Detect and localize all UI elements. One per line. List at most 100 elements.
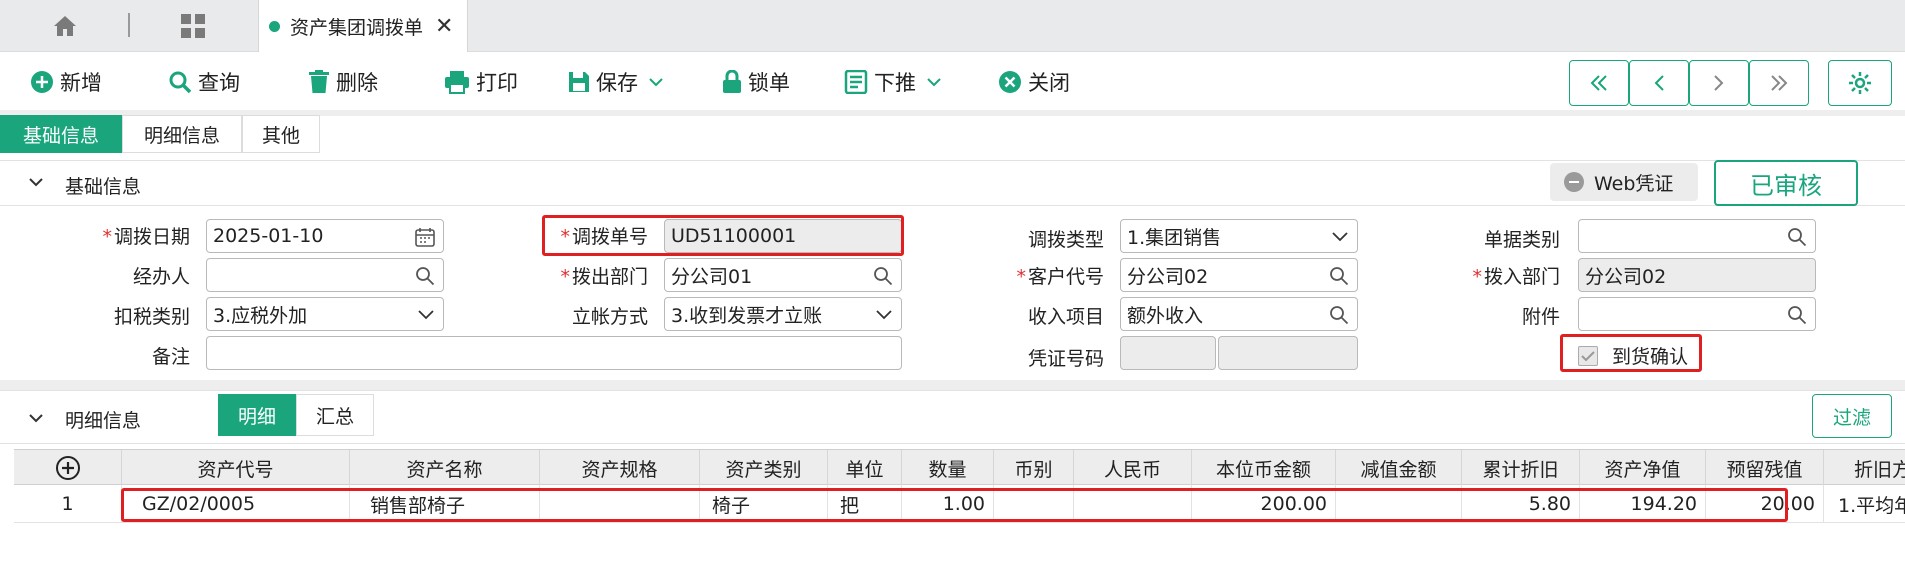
chevron-down-icon[interactable]: [417, 305, 435, 323]
cell-unit[interactable]: 把: [828, 485, 902, 523]
tab-label: 汇总: [315, 405, 354, 428]
income-item-value: 额外收入: [1127, 304, 1204, 327]
chevron-down-icon[interactable]: [926, 77, 942, 87]
remark-field[interactable]: [206, 336, 902, 370]
minus-circle-icon: [1564, 172, 1584, 192]
col-quantity[interactable]: 数量: [902, 450, 994, 486]
col-asset-code[interactable]: 资产代号: [122, 450, 350, 486]
in-dept-field[interactable]: 分公司02: [1578, 258, 1816, 292]
tab-detail-info[interactable]: 明细信息: [122, 115, 242, 153]
cell-net-value[interactable]: 194.20: [1580, 485, 1706, 523]
voucher-prefix-field[interactable]: [1120, 336, 1216, 370]
close-label: 关闭: [1028, 71, 1070, 95]
row-number: 1: [14, 485, 122, 523]
cell-asset-code[interactable]: GZ/02/0005: [122, 485, 350, 523]
col-asset-spec[interactable]: 资产规格: [540, 450, 700, 486]
in-dept-label: * 拨入部门: [1472, 266, 1560, 288]
col-residual-value[interactable]: 预留残值: [1706, 450, 1824, 486]
tab-label: 其他: [261, 124, 300, 147]
col-currency[interactable]: 币别: [994, 450, 1074, 486]
col-depreciation-method[interactable]: 折旧方: [1824, 450, 1905, 486]
cell-rmb[interactable]: [1074, 485, 1192, 523]
cell-residual-value[interactable]: 20.00: [1706, 485, 1824, 523]
query-button[interactable]: 查询: [168, 66, 240, 98]
tab-summary[interactable]: 汇总: [296, 394, 374, 436]
web-voucher-button[interactable]: Web凭证: [1550, 163, 1698, 201]
tab-asset-transfer[interactable]: 资产集团调拨单 ✕: [258, 0, 468, 52]
search-icon[interactable]: [873, 266, 893, 286]
add-row-button[interactable]: [14, 450, 122, 486]
home-icon[interactable]: [50, 11, 80, 41]
col-impairment[interactable]: 减值金额: [1336, 450, 1462, 486]
previous-record-button[interactable]: [1629, 60, 1689, 106]
col-accumulated-depreciation[interactable]: 累计折旧: [1462, 450, 1580, 486]
delete-button[interactable]: 删除: [308, 66, 378, 98]
cell-asset-name[interactable]: 销售部椅子: [350, 485, 540, 523]
remark-label: 备注: [151, 346, 190, 368]
tax-type-select[interactable]: 3.应税外加: [206, 297, 444, 331]
filter-button[interactable]: 过滤: [1812, 394, 1892, 438]
search-icon[interactable]: [1787, 305, 1807, 325]
plus-circle-icon: [55, 456, 80, 480]
tab-detail[interactable]: 明细: [218, 394, 296, 436]
table-row[interactable]: 1 GZ/02/0005 销售部椅子 椅子 把 1.00 200.00 5.80…: [14, 485, 1905, 523]
gear-icon: [1849, 72, 1871, 94]
chevron-down-icon[interactable]: [875, 305, 893, 323]
push-down-button[interactable]: 下推: [844, 66, 948, 98]
settings-button[interactable]: [1828, 60, 1892, 106]
add-button[interactable]: 新增: [30, 66, 102, 98]
first-record-button[interactable]: [1569, 60, 1629, 106]
tab-other[interactable]: 其他: [242, 115, 320, 153]
col-asset-name[interactable]: 资产名称: [350, 450, 540, 486]
col-asset-category[interactable]: 资产类别: [700, 450, 828, 486]
close-tab-icon[interactable]: ✕: [435, 14, 453, 39]
cell-quantity[interactable]: 1.00: [902, 485, 994, 523]
income-item-field[interactable]: 额外收入: [1120, 297, 1358, 331]
col-unit[interactable]: 单位: [828, 450, 902, 486]
doc-category-field[interactable]: [1578, 219, 1816, 253]
attachment-field[interactable]: [1578, 297, 1816, 331]
next-record-button[interactable]: [1689, 60, 1749, 106]
cell-asset-category[interactable]: 椅子: [700, 485, 828, 523]
search-icon[interactable]: [415, 266, 435, 286]
out-dept-field[interactable]: 分公司01: [664, 258, 902, 292]
tab-label: 基础信息: [22, 124, 99, 147]
account-mode-select[interactable]: 3.收到发票才立账: [664, 297, 902, 331]
col-rmb[interactable]: 人民币: [1074, 450, 1192, 486]
chevron-down-icon[interactable]: [28, 174, 44, 190]
transfer-date-field[interactable]: 2025-01-10: [206, 219, 444, 253]
lock-button[interactable]: 锁单: [722, 66, 790, 98]
save-button[interactable]: 保存: [568, 66, 670, 98]
chevron-down-icon[interactable]: [1331, 227, 1349, 245]
tab-label: 资产集团调拨单: [290, 16, 424, 39]
grid-menu-icon[interactable]: [178, 11, 208, 41]
search-icon[interactable]: [1329, 305, 1349, 325]
cell-impairment[interactable]: [1336, 485, 1462, 523]
push-label: 下推: [874, 71, 916, 95]
cell-accumulated-depreciation[interactable]: 5.80: [1462, 485, 1580, 523]
last-record-button[interactable]: [1749, 60, 1809, 106]
handler-field[interactable]: [206, 258, 444, 292]
tab-basic-info[interactable]: 基础信息: [0, 115, 122, 153]
divider: [128, 13, 130, 37]
checkbox-checked-icon[interactable]: [1578, 345, 1598, 366]
chevron-down-icon[interactable]: [28, 410, 44, 426]
print-button[interactable]: 打印: [444, 66, 518, 98]
customer-code-field[interactable]: 分公司02: [1120, 258, 1358, 292]
arrival-confirm-checkbox[interactable]: 到货确认: [1578, 342, 1688, 369]
col-base-amount[interactable]: 本位币金额: [1192, 450, 1336, 486]
account-mode-label: 立帐方式: [571, 306, 648, 328]
calendar-icon[interactable]: [415, 227, 435, 247]
close-button[interactable]: 关闭: [998, 66, 1070, 98]
cell-depreciation-method[interactable]: 1.平均年限: [1824, 485, 1905, 523]
search-icon[interactable]: [1329, 266, 1349, 286]
search-icon[interactable]: [1787, 227, 1807, 247]
transfer-no-field[interactable]: UD51100001: [664, 219, 902, 253]
voucher-no-field[interactable]: [1218, 336, 1358, 370]
cell-asset-spec[interactable]: [540, 485, 700, 523]
transfer-type-select[interactable]: 1.集团销售: [1120, 219, 1358, 253]
cell-currency[interactable]: [994, 485, 1074, 523]
cell-base-amount[interactable]: 200.00: [1192, 485, 1336, 523]
chevron-down-icon[interactable]: [648, 77, 664, 87]
col-net-value[interactable]: 资产净值: [1580, 450, 1706, 486]
